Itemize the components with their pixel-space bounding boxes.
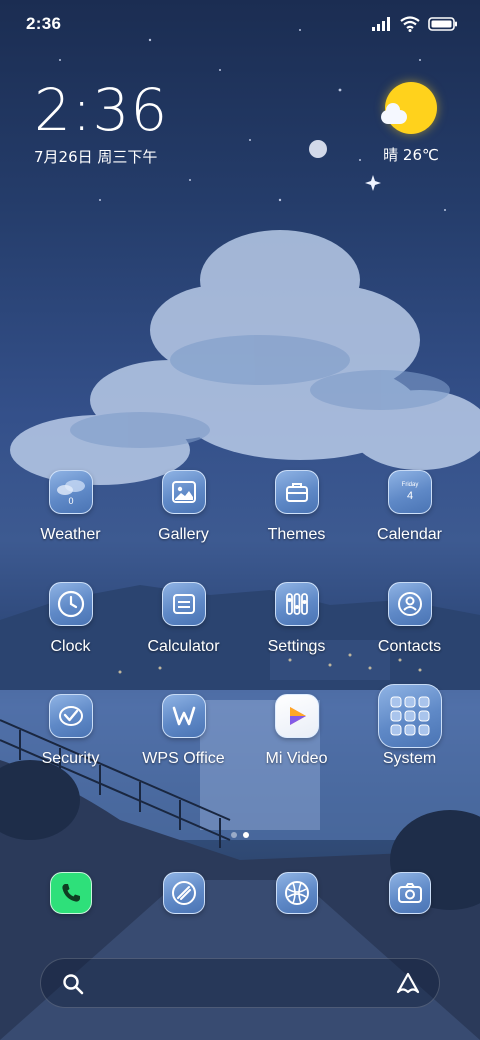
app-contacts[interactable]: Contacts [353, 582, 466, 656]
app-label-contacts: Contacts [377, 638, 442, 655]
app-grid: 0 Weather Gallery Themes Friday 4 Calend… [14, 470, 466, 768]
system-folder-icon [377, 684, 442, 748]
weather-icon: 0 [48, 470, 93, 514]
dock-phone[interactable] [14, 872, 127, 914]
app-label-weather: Weather [40, 526, 101, 543]
app-label-mi-video: Mi Video [265, 750, 328, 767]
assistant-icon[interactable] [395, 971, 421, 1002]
search-bar[interactable] [40, 958, 440, 1008]
clock-icon [48, 582, 93, 626]
calendar-day-name: Friday [401, 482, 418, 488]
gallery-icon [161, 470, 206, 514]
camera-icon [388, 872, 431, 914]
search-icon[interactable] [61, 972, 85, 1001]
app-system-folder[interactable]: System [353, 684, 466, 768]
app-label-wps-office: WPS Office [142, 750, 225, 767]
app-weather[interactable]: 0 Weather [14, 470, 127, 544]
app-wps-office[interactable]: WPS Office [127, 694, 240, 768]
dock-messages[interactable] [127, 872, 240, 914]
page-dot-2-active[interactable] [243, 832, 249, 838]
app-label-system: System [382, 750, 437, 767]
app-gallery[interactable]: Gallery [127, 470, 240, 544]
browser-icon [275, 872, 318, 914]
app-clock[interactable]: Clock [14, 582, 127, 656]
app-label-settings: Settings [267, 638, 326, 655]
weather-widget[interactable]: 晴 26℃ [376, 82, 446, 165]
app-label-calculator: Calculator [147, 638, 220, 655]
dock [14, 872, 466, 914]
partly-sunny-icon [381, 82, 437, 134]
calendar-icon: Friday 4 [387, 470, 432, 514]
dock-browser[interactable] [240, 872, 353, 914]
battery-icon [428, 17, 458, 36]
status-bar: 2:36 [0, 0, 480, 50]
calculator-icon [161, 582, 206, 626]
app-security[interactable]: Security [14, 694, 127, 768]
app-calendar[interactable]: Friday 4 Calendar [353, 470, 466, 544]
wifi-icon [400, 16, 420, 37]
app-label-themes: Themes [267, 526, 326, 543]
phone-icon [49, 872, 92, 914]
weather-badge: 0 [68, 496, 73, 506]
status-icons [372, 16, 458, 37]
widget-time: 2:36 [34, 76, 169, 144]
app-themes[interactable]: Themes [240, 470, 353, 544]
wps-office-icon [161, 694, 206, 738]
app-calculator[interactable]: Calculator [127, 582, 240, 656]
app-label-calendar: Calendar [377, 526, 442, 543]
status-time: 2:36 [26, 14, 62, 33]
calendar-day-number: 4 [406, 490, 412, 502]
settings-icon [274, 582, 319, 626]
weather-summary: 晴 26℃ [383, 146, 439, 164]
dock-camera[interactable] [353, 872, 466, 914]
app-label-clock: Clock [50, 638, 91, 655]
app-label-gallery: Gallery [158, 526, 209, 543]
app-mi-video[interactable]: Mi Video [240, 694, 353, 768]
messages-icon [162, 872, 205, 914]
app-settings[interactable]: Settings [240, 582, 353, 656]
page-dot-1[interactable] [231, 832, 237, 838]
clock-widget[interactable]: 2:36 7月26日 周三下午 [34, 78, 168, 167]
mi-video-icon [274, 694, 319, 738]
widget-date: 7月26日 周三下午 [34, 148, 158, 166]
contacts-icon [387, 582, 432, 626]
page-indicator [0, 832, 480, 838]
signal-icon [372, 17, 392, 36]
security-icon [48, 694, 93, 738]
themes-icon [274, 470, 319, 514]
app-label-security: Security [41, 750, 100, 767]
